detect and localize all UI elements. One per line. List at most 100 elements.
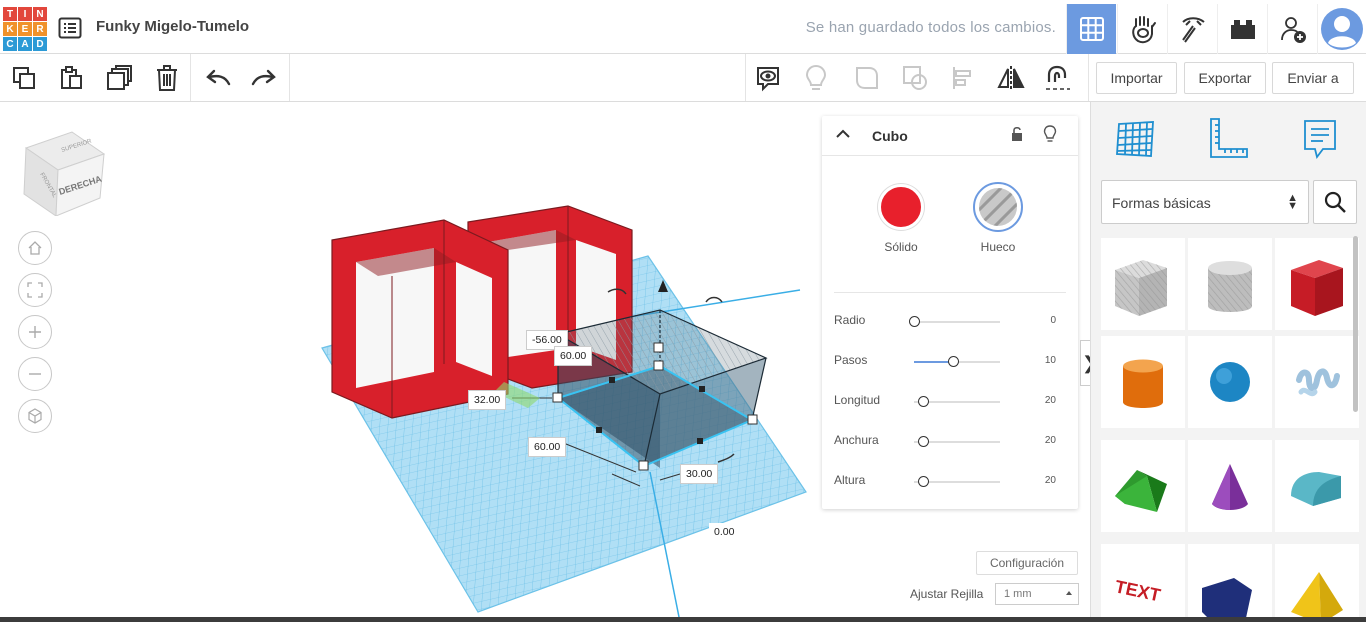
rotate-handle[interactable] — [705, 296, 723, 303]
hole-cylinder-icon — [1208, 261, 1252, 312]
slider-knob[interactable] — [917, 436, 929, 447]
minecraft-button[interactable] — [1167, 4, 1217, 54]
slider-knob[interactable] — [947, 356, 959, 367]
shape-category-select[interactable]: Formas básicas ▲ ▼ — [1101, 180, 1309, 224]
undo-icon — [206, 69, 231, 86]
share-users-button[interactable] — [1267, 4, 1317, 54]
design-list-icon[interactable] — [58, 17, 82, 39]
property-value[interactable]: 10 — [1045, 355, 1056, 366]
group-button[interactable] — [851, 62, 883, 94]
property-value[interactable]: 20 — [1045, 475, 1056, 486]
round-roof-icon — [1291, 472, 1341, 506]
property-value[interactable]: 20 — [1045, 435, 1056, 446]
shape-tile-scribble[interactable] — [1275, 336, 1359, 428]
dim-elevation[interactable]: 0.00 — [709, 523, 740, 541]
3d-view-button[interactable] — [1066, 4, 1116, 54]
ruler-icon — [1210, 118, 1248, 158]
workplane-canvas[interactable]: FRONTAL SUPERIOR DERECHA -56.00 60.00 32… — [0, 102, 1090, 622]
tinkercad-logo[interactable]: T I N K E R C A D — [3, 7, 47, 51]
collapse-chevron-icon[interactable] — [836, 129, 850, 139]
text-3d-icon: TEXT — [1113, 576, 1162, 605]
design-title[interactable]: Funky Migelo-Tumelo — [96, 18, 249, 35]
mirror-button[interactable] — [995, 62, 1027, 94]
shape-tile-cone[interactable] — [1188, 440, 1272, 532]
property-value[interactable]: 0 — [1050, 315, 1056, 326]
cruise-button[interactable] — [1041, 62, 1073, 94]
notes-button[interactable] — [752, 62, 784, 94]
chevron-right-icon: ❯ — [1082, 353, 1090, 374]
slider-knob[interactable] — [909, 316, 920, 327]
property-slider[interactable] — [909, 316, 1000, 327]
duplicate-button[interactable] — [103, 62, 135, 94]
zoom-in-button[interactable] — [18, 315, 52, 349]
view-cube[interactable]: FRONTAL SUPERIOR DERECHA — [20, 124, 110, 221]
copy-button[interactable] — [8, 62, 40, 94]
shape-tile-hole-cylinder[interactable] — [1188, 238, 1272, 330]
property-slider[interactable] — [914, 476, 1000, 487]
cube-outline-icon — [28, 408, 42, 424]
workplane-tool-button[interactable] — [1113, 116, 1159, 162]
property-slider[interactable] — [914, 436, 1000, 447]
shape-tile-pyramid[interactable] — [1275, 544, 1359, 622]
lightbulb-icon — [805, 64, 827, 90]
inspector-title: Cubo — [872, 128, 908, 144]
delete-button[interactable] — [151, 62, 183, 94]
send-to-button[interactable]: Enviar a — [1272, 62, 1354, 94]
property-slider[interactable] — [914, 396, 1000, 407]
slider-knob[interactable] — [917, 476, 929, 487]
shape-tile-sphere[interactable] — [1188, 336, 1272, 428]
updown-chevron-icon: ▲ ▼ — [1287, 192, 1298, 212]
ungroup-icon — [903, 66, 927, 90]
shape-tile-cylinder[interactable] — [1101, 336, 1185, 428]
redo-button[interactable] — [248, 62, 280, 94]
align-button[interactable] — [947, 62, 979, 94]
dim-width[interactable]: 60.00 — [528, 437, 567, 457]
paste-button[interactable] — [55, 62, 87, 94]
settings-button[interactable]: Configuración — [976, 551, 1078, 575]
dim-length[interactable]: 60.00 — [554, 346, 593, 366]
lightbulb-icon[interactable] — [1043, 124, 1057, 144]
save-status: Se han guardado todos los cambios. — [805, 19, 1056, 36]
shape-category-value: Formas básicas — [1112, 195, 1211, 211]
shape-search-button[interactable] — [1313, 180, 1357, 224]
snap-grid-select[interactable]: 1 mm — [995, 583, 1079, 605]
logo-letter: I — [18, 7, 32, 21]
snap-grid-value: 1 mm — [1004, 588, 1032, 600]
hole-swatch[interactable] — [973, 182, 1023, 232]
duplicate-icon — [107, 65, 132, 90]
shapes-scrollbar[interactable] — [1353, 236, 1358, 412]
fit-view-button[interactable] — [18, 273, 52, 307]
copy-icon — [13, 67, 35, 89]
dim-height[interactable]: 30.00 — [680, 464, 719, 484]
codeblocks-button[interactable] — [1117, 4, 1167, 54]
solid-color-swatch[interactable] — [878, 184, 924, 230]
import-button[interactable]: Importar — [1096, 62, 1177, 94]
dim-left-offset[interactable]: 32.00 — [468, 390, 507, 410]
lock-icon[interactable] — [1010, 125, 1024, 143]
eye-bubble-icon — [757, 67, 779, 92]
home-view-button[interactable] — [18, 231, 52, 265]
shape-tile-round-roof[interactable] — [1275, 440, 1359, 532]
shape-tile-polygon[interactable] — [1188, 544, 1272, 622]
perspective-button[interactable] — [18, 399, 52, 433]
property-label: Pasos — [834, 353, 868, 367]
notes-tool-button[interactable] — [1297, 116, 1343, 162]
show-hidden-button[interactable] — [800, 62, 832, 94]
red-frame-cube[interactable] — [331, 219, 509, 419]
slider-knob[interactable] — [917, 396, 929, 407]
property-value[interactable]: 20 — [1045, 395, 1056, 406]
ruler-tool-button[interactable] — [1204, 116, 1250, 162]
shape-tile-text[interactable]: TEXT — [1101, 544, 1185, 622]
top-bar: T I N K E R C A D Funky Migelo-Tumelo Se… — [0, 0, 1366, 54]
lego-button[interactable] — [1217, 4, 1267, 54]
export-button[interactable]: Exportar — [1184, 62, 1266, 94]
property-slider[interactable] — [914, 356, 1000, 367]
ungroup-button[interactable] — [899, 62, 931, 94]
shape-tile-roof[interactable] — [1101, 440, 1185, 532]
profile-avatar[interactable] — [1317, 4, 1366, 54]
collapse-sidebar-tab[interactable]: ❯ — [1080, 340, 1090, 386]
undo-button[interactable] — [202, 62, 234, 94]
shape-tile-box[interactable] — [1275, 238, 1359, 330]
zoom-out-button[interactable] — [18, 357, 52, 391]
shape-tile-hole-box[interactable] — [1101, 238, 1185, 330]
